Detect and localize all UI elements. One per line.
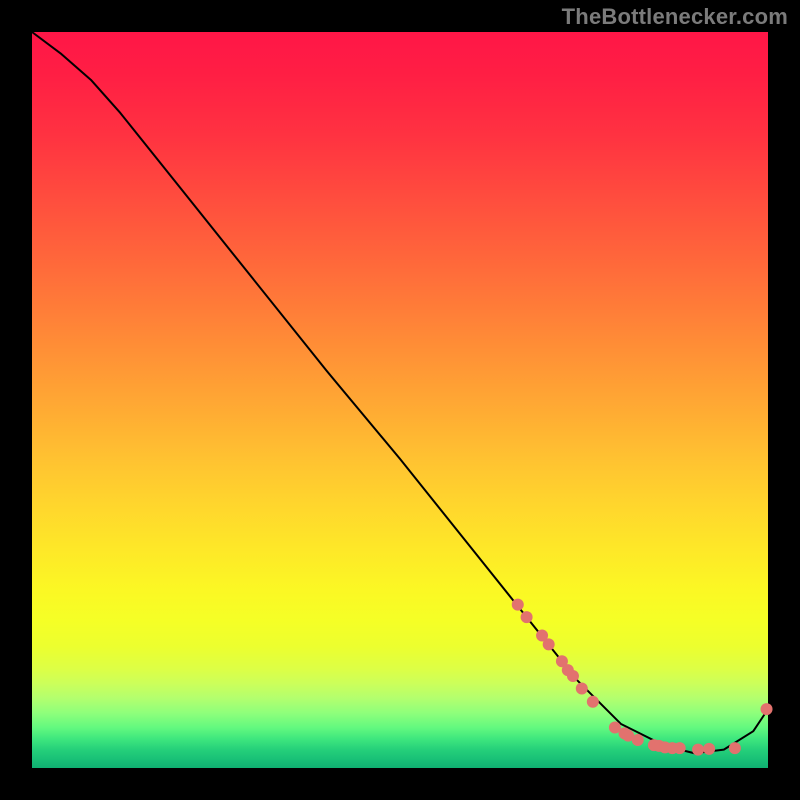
data-marker xyxy=(674,742,686,754)
bottleneck-chart xyxy=(0,0,800,800)
data-marker xyxy=(703,743,715,755)
plot-background xyxy=(32,32,768,768)
data-marker xyxy=(521,611,533,623)
data-marker xyxy=(512,599,524,611)
data-marker xyxy=(761,703,773,715)
chart-stage: TheBottlenecker.com xyxy=(0,0,800,800)
data-marker xyxy=(543,638,555,650)
data-marker xyxy=(587,696,599,708)
data-marker xyxy=(692,744,704,756)
data-marker xyxy=(729,742,741,754)
data-marker xyxy=(576,683,588,695)
data-marker xyxy=(567,670,579,682)
data-marker xyxy=(632,734,644,746)
watermark-text: TheBottlenecker.com xyxy=(562,4,788,30)
